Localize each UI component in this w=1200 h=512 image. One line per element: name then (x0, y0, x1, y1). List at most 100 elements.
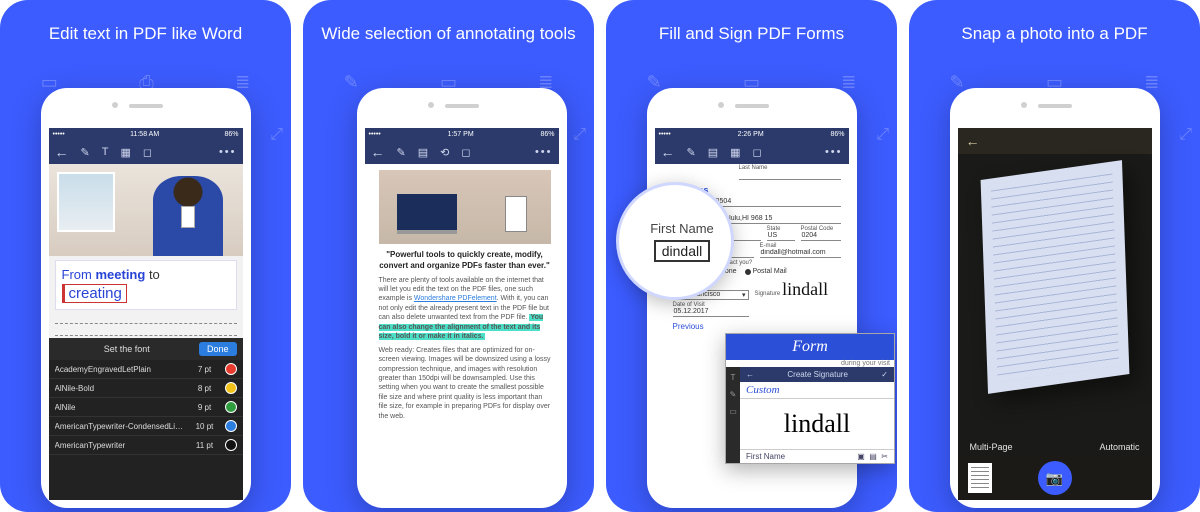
editable-line-1: From meeting to (62, 267, 230, 282)
state-input[interactable]: US (767, 232, 795, 241)
font-header-title: Set the font (55, 344, 199, 354)
tool-bookmark-icon[interactable]: ◻ (143, 146, 152, 159)
tool-edit-icon[interactable]: ▤ (708, 146, 718, 159)
bg-decor-icon: ⤢ (876, 126, 889, 144)
phone-screen: ••••• 11:58 AM 86% ← ✎ T ▦ ◻ ••• Fro (49, 128, 243, 500)
sig-tool-icon[interactable]: ▭ (729, 407, 737, 416)
clock: 1:57 PM (448, 131, 474, 138)
magnified-label: First Name (650, 221, 714, 236)
signature-popup-header: ← Create Signature ✓ (740, 367, 894, 382)
panel-title: Edit text in PDF like Word (39, 24, 252, 44)
photo-laptop (397, 194, 457, 234)
popup-banner: Form (726, 334, 894, 360)
back-button[interactable]: ← (55, 144, 69, 160)
battery-pct: 86% (540, 131, 554, 138)
promo-panel-snap-photo: Snap a photo into a PDF ✎▭≣ ⤢ ← Multi-Pa… (909, 0, 1200, 512)
mode-automatic[interactable]: Automatic (1099, 442, 1139, 452)
tool-pen-icon[interactable]: ✎ (81, 146, 90, 159)
custom-signature-label: Custom (740, 382, 894, 398)
postal-input[interactable]: 0204 (801, 232, 841, 241)
tool-grid-icon[interactable]: ▦ (120, 146, 130, 159)
tool-grid-icon[interactable]: ▦ (730, 146, 740, 159)
status-bar: ••••• 2:26 PM 86% (655, 128, 849, 140)
font-option[interactable]: AmericanTypewriter 11 pt (49, 436, 243, 455)
popup-camera-icon[interactable]: ▣ (857, 452, 865, 461)
carrier-dots: ••••• (369, 131, 381, 138)
tool-bookmark-icon[interactable]: ◻ (753, 146, 762, 159)
font-option[interactable]: AmericanTypewriter-CondensedLight 10 pt (49, 417, 243, 436)
more-button[interactable]: ••• (825, 146, 843, 158)
camera-view: ← Multi-Page Automatic 📷 (958, 128, 1152, 500)
bg-decor-icon: ⤢ (270, 126, 283, 144)
previous-button[interactable]: Previous (673, 322, 849, 331)
magnified-input[interactable]: dindall (654, 240, 710, 262)
bg-decor-icon: ⤢ (573, 126, 586, 144)
camera-icon: 📷 (1046, 470, 1063, 487)
bg-decor-icon: ⤢ (1179, 126, 1192, 144)
app-toolbar: ← ✎ T ▦ ◻ ••• (49, 140, 243, 164)
more-button[interactable]: ••• (535, 146, 553, 158)
font-option[interactable]: AlNile 9 pt (49, 398, 243, 417)
email-input[interactable]: dindall@hotmail.com (760, 249, 841, 258)
mode-multipage[interactable]: Multi-Page (970, 442, 1013, 452)
field-label: Signature (755, 291, 781, 297)
battery-pct: 86% (830, 131, 844, 138)
editable-selected-word[interactable]: creating (62, 284, 127, 303)
camera-bottom-bar: 📷 (958, 456, 1152, 500)
signature-value[interactable]: lindall (782, 279, 828, 299)
article-photo (379, 170, 551, 244)
done-button[interactable]: Done (199, 342, 237, 356)
color-swatch[interactable] (225, 382, 237, 394)
tool-bookmark-icon[interactable]: ◻ (461, 146, 470, 159)
promo-panel-edit-text: Edit text in PDF like Word ▭⎙≣ ⤢ ••••• 1… (0, 0, 291, 512)
field-magnifier: First Name dindall (616, 182, 734, 300)
clock: 2:26 PM (738, 131, 764, 138)
color-swatch[interactable] (225, 363, 237, 375)
photo-mobile (505, 196, 527, 232)
document-text-area[interactable]: "Powerful tools to quickly create, modif… (365, 164, 559, 500)
camera-mode-row: Multi-Page Automatic (958, 438, 1152, 456)
article-link[interactable]: Wondershare PDFelement (414, 295, 497, 302)
shutter-button[interactable]: 📷 (1038, 461, 1072, 495)
tool-pen-icon[interactable]: ✎ (687, 146, 696, 159)
camera-back-button[interactable]: ← (966, 133, 980, 149)
battery-pct: 86% (224, 131, 238, 138)
more-button[interactable]: ••• (219, 146, 237, 158)
camera-top-bar: ← (958, 128, 1152, 154)
popup-image-icon[interactable]: ▤ (869, 452, 877, 461)
font-option[interactable]: AcademyEngravedLetPlain 7 pt (49, 360, 243, 379)
panel-title: Fill and Sign PDF Forms (649, 24, 854, 44)
popup-first-name-label: First Name (746, 452, 785, 461)
signature-popup: Form during your visit T ✎ ▭ ← Create Si… (725, 333, 895, 464)
font-picker-header: Set the font Done (49, 338, 243, 360)
popup-back-button[interactable]: ← (746, 370, 754, 379)
tool-pen-icon[interactable]: ✎ (397, 146, 406, 159)
radio-postal[interactable]: Postal Mail (745, 268, 787, 275)
sig-tool-icon[interactable]: ✎ (730, 390, 737, 399)
article-quote: "Powerful tools to quickly create, modif… (379, 250, 551, 272)
tool-convert-icon[interactable]: ⟲ (440, 146, 449, 159)
editable-text-block[interactable]: From meeting to creating (55, 260, 237, 310)
tool-text-icon[interactable]: T (102, 146, 109, 158)
color-swatch[interactable] (225, 439, 237, 451)
signature-draw-area[interactable]: lindall (740, 398, 894, 450)
date-input[interactable]: 05.12.2017 (673, 308, 749, 317)
app-toolbar: ← ✎ ▤ ⟲ ◻ ••• (365, 140, 559, 164)
back-button[interactable]: ← (661, 144, 675, 160)
last-name-input[interactable] (739, 171, 841, 180)
tool-edit-icon[interactable]: ▤ (418, 146, 428, 159)
chevron-down-icon: ▾ (742, 291, 746, 299)
status-bar: ••••• 1:57 PM 86% (365, 128, 559, 140)
document-photo (49, 164, 243, 256)
phone-screen: ← Multi-Page Automatic 📷 (958, 128, 1152, 500)
popup-confirm-button[interactable]: ✓ (881, 370, 888, 379)
sig-tool-icon[interactable]: T (731, 373, 736, 382)
phone-mockup: ••••• 11:58 AM 86% ← ✎ T ▦ ◻ ••• Fro (41, 88, 251, 508)
popup-trash-icon[interactable]: ✂ (881, 452, 888, 461)
color-swatch[interactable] (225, 401, 237, 413)
text-line (55, 316, 237, 324)
last-capture-thumbnail[interactable] (968, 463, 992, 493)
color-swatch[interactable] (225, 420, 237, 432)
font-option[interactable]: AlNile-Bold 8 pt (49, 379, 243, 398)
back-button[interactable]: ← (371, 144, 385, 160)
